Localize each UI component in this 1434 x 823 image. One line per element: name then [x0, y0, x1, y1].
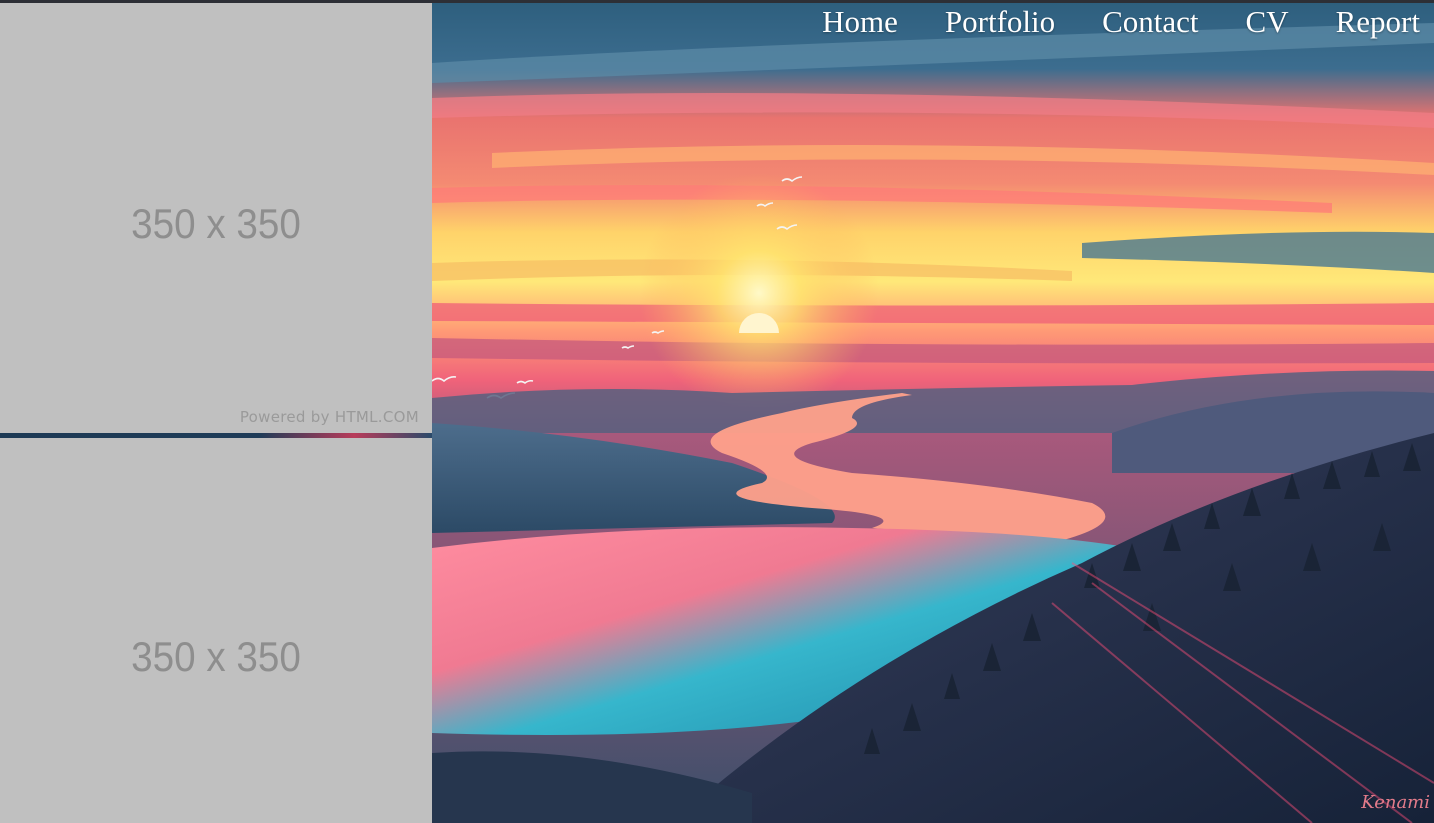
nav-contact-link[interactable]: Contact — [1102, 4, 1198, 40]
nav-report-link[interactable]: Report — [1336, 4, 1420, 40]
hero-landscape-image: Kenami — [432, 3, 1434, 823]
nav-home-link[interactable]: Home — [822, 4, 898, 40]
powered-by-text: Powered by HTML.COM — [239, 408, 419, 426]
placeholder-size-label: 350 x 350 — [131, 633, 301, 680]
artist-signature: Kenami — [1361, 792, 1430, 813]
placeholder-image-top: 350 x 350 Powered by HTML.COM — [0, 3, 432, 433]
main-nav: Home Portfolio Contact CV Report — [822, 3, 1420, 41]
landscape-illustration — [432, 3, 1434, 823]
placeholder-size-label: 350 x 350 — [131, 200, 301, 247]
nav-portfolio-link[interactable]: Portfolio — [945, 4, 1055, 40]
nav-cv-link[interactable]: CV — [1246, 4, 1289, 40]
placeholder-image-bottom: 350 x 350 — [0, 438, 432, 823]
